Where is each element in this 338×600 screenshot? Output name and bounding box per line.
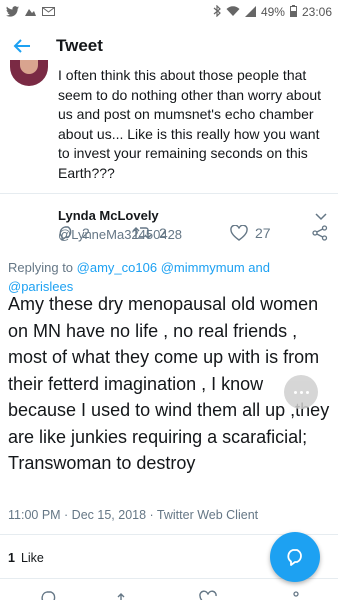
like-count: 27 (255, 225, 271, 241)
wifi-icon (226, 5, 240, 19)
replying-prefix: Replying to (8, 260, 74, 275)
status-right: 49% 23:06 (213, 4, 332, 19)
tweet-timestamp: 11:00 PM · Dec 15, 2018 · Twitter Web Cl… (8, 508, 259, 522)
status-bar: 49% 23:06 (0, 0, 338, 24)
chevron-down-icon (315, 213, 327, 221)
mention-link[interactable]: @amy_co106 (77, 260, 157, 275)
heart-icon[interactable] (199, 590, 217, 600)
share-button[interactable] (312, 225, 328, 241)
replying-and: and (248, 260, 270, 275)
bottom-action-bar (0, 590, 338, 600)
page-title: Tweet (56, 36, 103, 55)
mail-icon (42, 6, 55, 19)
battery-percent: 49% (260, 5, 285, 19)
likes-count: 1 (8, 551, 15, 565)
heart-icon (230, 225, 248, 241)
retweet-icon[interactable] (117, 590, 135, 600)
image-icon (24, 6, 37, 19)
bluetooth-icon (213, 4, 221, 19)
previous-tweet-text: I often think this about those people th… (58, 67, 322, 181)
share-icon (312, 225, 328, 241)
likes-summary[interactable]: 1 Like (8, 551, 44, 565)
twitter-icon (6, 5, 19, 19)
app-header: Tweet (0, 24, 338, 68)
signal-icon (244, 5, 256, 19)
status-left (6, 5, 55, 19)
reply-icon[interactable] (40, 590, 58, 600)
floating-more-button[interactable] (284, 375, 318, 409)
tweet-menu-button[interactable] (314, 209, 330, 221)
divider (0, 193, 338, 194)
status-time: 23:06 (301, 5, 332, 19)
battery-icon (289, 5, 297, 19)
compose-reply-button[interactable] (270, 532, 320, 582)
likes-label: Like (20, 551, 44, 565)
like-button[interactable]: 27 (230, 225, 271, 241)
author-handle[interactable]: @LynneMa32450428 (58, 227, 182, 242)
author-name[interactable]: Lynda McLovely (58, 208, 159, 223)
back-arrow-icon (13, 39, 30, 53)
reply-bubble-icon (287, 549, 302, 566)
mention-link[interactable]: @mimmymum (161, 260, 245, 275)
share-icon[interactable] (283, 590, 301, 600)
avatar[interactable] (10, 60, 48, 86)
